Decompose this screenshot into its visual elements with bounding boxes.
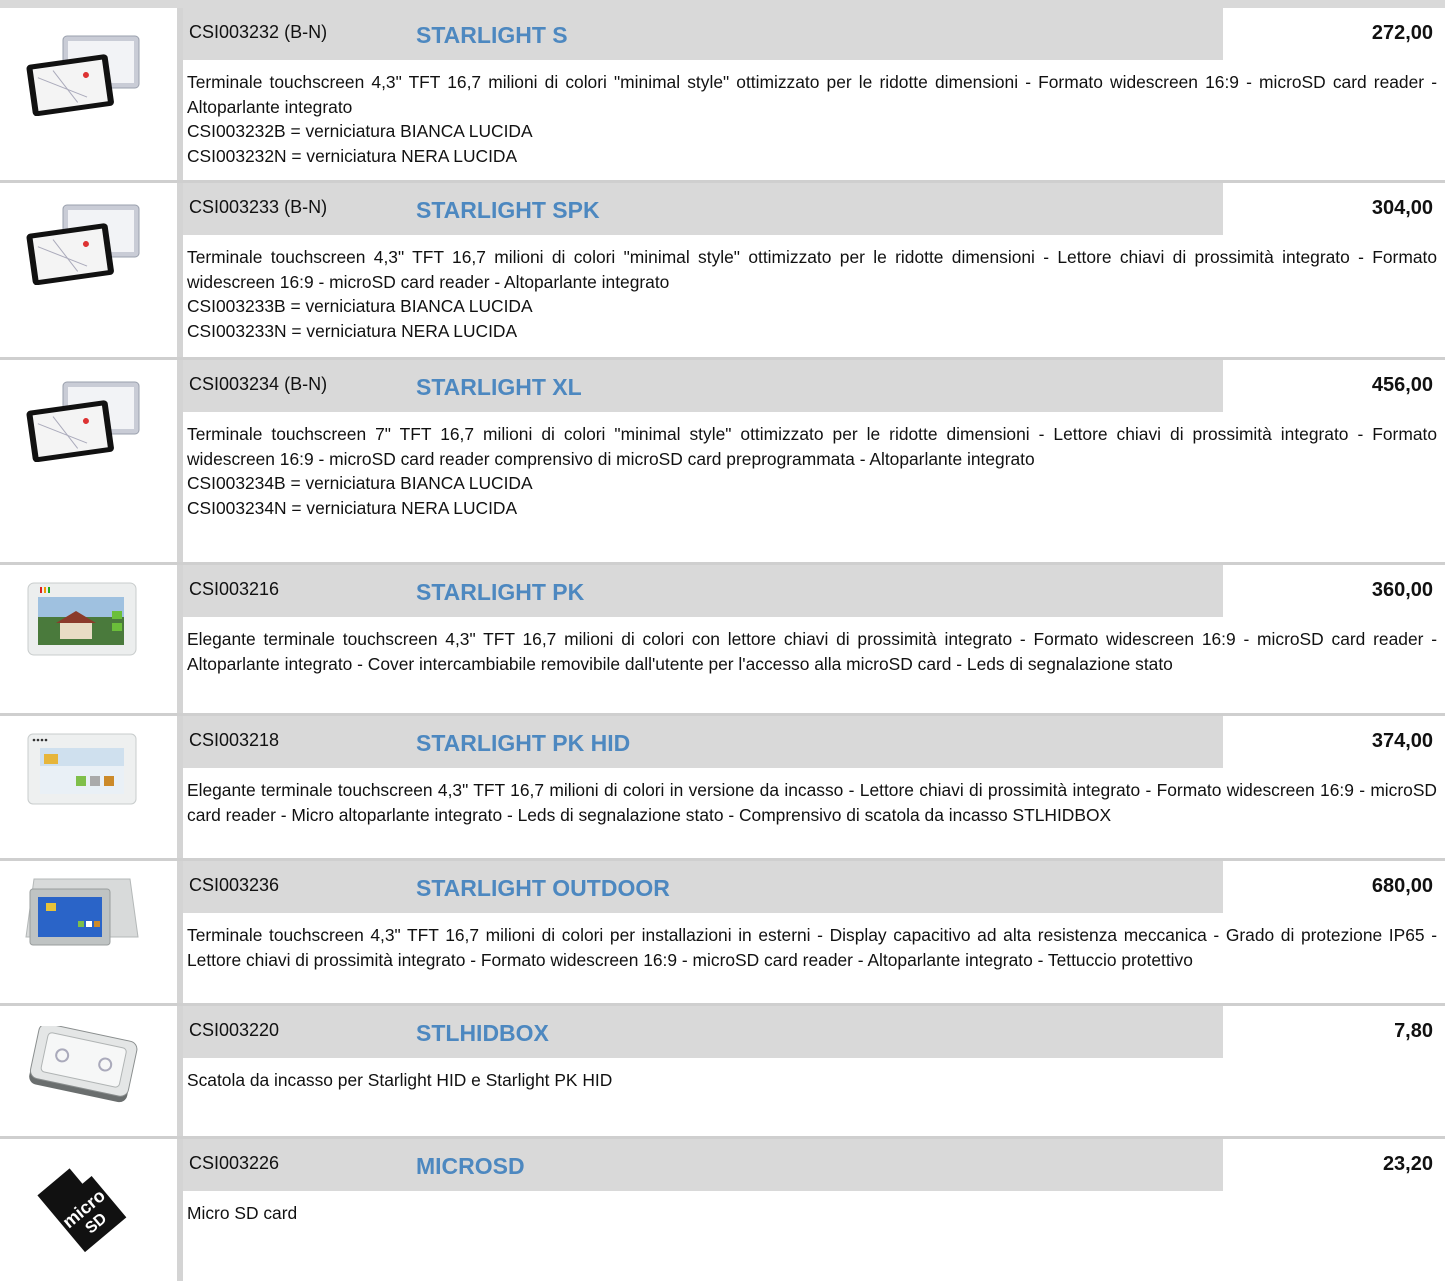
product-price: 272,00 [1371, 22, 1433, 44]
product-header: CSI003234 (B-N) STARLIGHT XL 456,00 [183, 360, 1445, 412]
product-header: CSI003226 MICROSD 23,20 [183, 1139, 1445, 1191]
top-border [0, 0, 1445, 8]
terminal-pair-icon [26, 381, 140, 462]
product-row: CSI003220 STLHIDBOX 7,80 Scatola da inca… [0, 1006, 1445, 1139]
product-description: Terminale touchscreen 4,3" TFT 16,7 mili… [183, 60, 1445, 176]
product-code: CSI003220 [189, 1020, 280, 1040]
flush-box-icon [29, 1026, 138, 1103]
product-row: CSI003232 (B-N) STARLIGHT S 272,00 Termi… [0, 8, 1445, 183]
product-description: Scatola da incasso per Starlight HID e S… [183, 1058, 1445, 1101]
product-description: Terminale touchscreen 4,3" TFT 16,7 mili… [183, 913, 1445, 980]
product-image-cell [0, 183, 177, 357]
product-header: CSI003220 STLHIDBOX 7,80 [183, 1006, 1445, 1058]
price-box: 680,00 [1220, 861, 1445, 913]
price-box: 360,00 [1220, 565, 1445, 617]
product-code: CSI003234 (B-N) [189, 374, 328, 394]
product-row: CSI003234 (B-N) STARLIGHT XL 456,00 Term… [0, 360, 1445, 565]
product-row: CSI003216 STARLIGHT PK 360,00 Elegante t… [0, 565, 1445, 716]
terminal-pair-icon [26, 35, 140, 116]
product-content: CSI003232 (B-N) STARLIGHT S 272,00 Termi… [183, 8, 1445, 180]
product-price: 456,00 [1371, 374, 1433, 396]
product-image-cell: micro SD [0, 1139, 177, 1281]
product-content: CSI003220 STLHIDBOX 7,80 Scatola da inca… [183, 1006, 1445, 1136]
product-name: STARLIGHT SPK [416, 197, 600, 223]
product-header: CSI003233 (B-N) STARLIGHT SPK 304,00 [183, 183, 1445, 235]
product-name: STARLIGHT PK [416, 579, 585, 605]
price-box: 304,00 [1220, 183, 1445, 235]
product-image-cell [0, 8, 177, 180]
product-code: CSI003218 [189, 730, 280, 750]
microsd-card-icon: micro SD [37, 1168, 127, 1253]
product-row: micro SD CSI003226 MICROSD 23,20 Micro S… [0, 1139, 1445, 1281]
product-content: CSI003218 STARLIGHT PK HID 374,00 Elegan… [183, 716, 1445, 858]
description-line: Terminale touchscreen 4,3" TFT 16,7 mili… [187, 247, 1437, 292]
product-header: CSI003216 STARLIGHT PK 360,00 [183, 565, 1445, 617]
description-line: CSI003232B = verniciatura BIANCA LUCIDA [187, 121, 533, 141]
product-price: 23,20 [1382, 1153, 1433, 1175]
house-screen-terminal-icon [27, 582, 137, 656]
product-name: STARLIGHT PK HID [416, 730, 631, 756]
description-line: CSI003234N = verniciatura NERA LUCIDA [187, 497, 518, 518]
description-line: Scatola da incasso per Starlight HID e S… [187, 1070, 613, 1090]
product-image-cell [0, 1006, 177, 1136]
product-content: CSI003233 (B-N) STARLIGHT SPK 304,00 Ter… [183, 183, 1445, 357]
description-line: Micro SD card [187, 1203, 298, 1223]
terminal-pair-icon [26, 204, 140, 285]
description-line: CSI003233B = verniciatura BIANCA LUCIDA [187, 296, 533, 316]
product-catalog: CSI003232 (B-N) STARLIGHT S 272,00 Termi… [0, 8, 1445, 1281]
product-row: CSI003233 (B-N) STARLIGHT SPK 304,00 Ter… [0, 183, 1445, 360]
white-terminal-icon [27, 733, 137, 805]
product-price: 7,80 [1394, 1020, 1433, 1042]
price-box: 456,00 [1220, 360, 1445, 412]
product-image-cell [0, 360, 177, 562]
price-box: 23,20 [1220, 1139, 1445, 1191]
product-content: CSI003226 MICROSD 23,20 Micro SD card [183, 1139, 1445, 1281]
description-line: CSI003232N = verniciatura NERA LUCIDA [187, 145, 518, 166]
product-name: STARLIGHT OUTDOOR [416, 875, 670, 901]
product-name: STLHIDBOX [416, 1020, 549, 1046]
product-name: STARLIGHT XL [416, 374, 582, 400]
product-code: CSI003226 [189, 1153, 280, 1173]
product-code: CSI003216 [189, 579, 280, 599]
product-description: Micro SD card [183, 1191, 1445, 1234]
description-line: CSI003233N = verniciatura NERA LUCIDA [187, 320, 518, 341]
product-code: CSI003236 [189, 875, 280, 895]
product-header: CSI003236 STARLIGHT OUTDOOR 680,00 [183, 861, 1445, 913]
product-row: CSI003236 STARLIGHT OUTDOOR 680,00 Termi… [0, 861, 1445, 1006]
product-content: CSI003234 (B-N) STARLIGHT XL 456,00 Term… [183, 360, 1445, 562]
product-name: MICROSD [416, 1153, 525, 1179]
price-box: 7,80 [1220, 1006, 1445, 1058]
product-image-cell [0, 565, 177, 713]
description-line: Terminale touchscreen 7" TFT 16,7 milion… [187, 424, 1437, 469]
price-box: 272,00 [1220, 8, 1445, 60]
description-line: Terminale touchscreen 4,3" TFT 16,7 mili… [187, 925, 1437, 970]
product-price: 304,00 [1371, 197, 1433, 219]
description-line: Elegante terminale touchscreen 4,3" TFT … [187, 629, 1437, 674]
product-description: Terminale touchscreen 7" TFT 16,7 milion… [183, 412, 1445, 528]
description-line: CSI003234B = verniciatura BIANCA LUCIDA [187, 473, 533, 493]
price-box: 374,00 [1220, 716, 1445, 768]
product-price: 680,00 [1371, 875, 1433, 897]
product-code: CSI003232 (B-N) [189, 22, 328, 42]
product-code: CSI003233 (B-N) [189, 197, 328, 217]
product-content: CSI003216 STARLIGHT PK 360,00 Elegante t… [183, 565, 1445, 713]
product-price: 360,00 [1371, 579, 1433, 601]
description-line: Terminale touchscreen 4,3" TFT 16,7 mili… [187, 72, 1437, 117]
product-image-cell [0, 716, 177, 858]
product-header: CSI003218 STARLIGHT PK HID 374,00 [183, 716, 1445, 768]
product-row: CSI003218 STARLIGHT PK HID 374,00 Elegan… [0, 716, 1445, 861]
product-description: Terminale touchscreen 4,3" TFT 16,7 mili… [183, 235, 1445, 351]
product-name: STARLIGHT S [416, 22, 568, 48]
product-content: CSI003236 STARLIGHT OUTDOOR 680,00 Termi… [183, 861, 1445, 1003]
outdoor-terminal-icon [25, 878, 139, 946]
product-description: Elegante terminale touchscreen 4,3" TFT … [183, 768, 1445, 835]
product-header: CSI003232 (B-N) STARLIGHT S 272,00 [183, 8, 1445, 60]
product-price: 374,00 [1371, 730, 1433, 752]
description-line: Elegante terminale touchscreen 4,3" TFT … [187, 780, 1437, 825]
product-description: Elegante terminale touchscreen 4,3" TFT … [183, 617, 1445, 684]
product-image-cell [0, 861, 177, 1003]
